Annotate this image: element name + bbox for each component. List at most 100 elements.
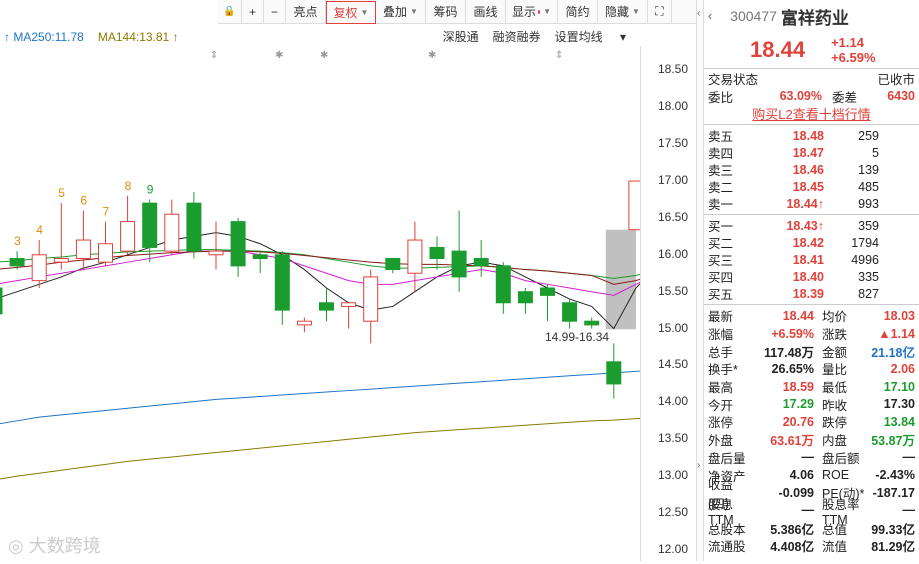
candle-body xyxy=(296,320,312,326)
seq-label: 7 xyxy=(103,205,110,219)
y-tick-label: 13.50 xyxy=(657,431,688,446)
panel-collapse-handle[interactable]: ‹ › xyxy=(696,0,704,561)
ma-line-5 xyxy=(0,413,681,480)
stat-row: 股息TTM — 股息率TTM — xyxy=(708,497,915,527)
event-marker-icon: ⇕ xyxy=(555,50,563,61)
candle-body xyxy=(208,250,224,256)
y-tick-label: 14.00 xyxy=(657,394,688,409)
candle-body xyxy=(473,257,489,267)
y-tick-label: 16.00 xyxy=(657,246,688,261)
stats-table: 最新 18.44 均价 18.03 涨幅 +6.59% 涨跌 ▲1.14 总手 117.48万 金额… xyxy=(704,307,919,555)
bids-row: 买四 18.40 335 xyxy=(708,269,879,286)
seq-label: 5 xyxy=(58,186,65,200)
candle-body xyxy=(142,202,158,248)
candle-body xyxy=(584,320,600,326)
dropdown-arrow-icon: ▼ xyxy=(410,7,418,16)
candle-body xyxy=(451,250,467,278)
candle-body xyxy=(75,239,91,259)
link-margin[interactable]: 融资融券 xyxy=(493,28,541,45)
stat-row: 盘后量 — 盘后额 — xyxy=(708,450,915,466)
toolbar-btn-5[interactable]: 叠加 ▼ xyxy=(376,0,426,23)
link-ma-settings[interactable]: 设置均线 ▾ xyxy=(555,28,626,45)
price-change-pct: +6.59% xyxy=(831,50,876,65)
seq-label: 8 xyxy=(125,179,132,193)
candle-body xyxy=(164,213,180,252)
candle-body xyxy=(363,276,379,322)
ma-line-0 xyxy=(0,232,681,330)
candle-body xyxy=(540,287,555,296)
y-tick-label: 12.50 xyxy=(657,505,688,520)
stat-row: 涨幅 +6.59% 涨跌 ▲1.14 xyxy=(708,326,915,343)
candle-body xyxy=(517,291,533,304)
y-tick-label: 18.00 xyxy=(657,99,688,114)
candle-body xyxy=(385,257,401,271)
chevron-left-icon[interactable]: ‹ xyxy=(697,8,700,19)
bid-book: 买一 18.43↑ 359 买二 18.42 1794 买三 18.41 4996 买四 18.40… xyxy=(704,217,919,303)
candle-body xyxy=(252,254,268,259)
order-ratio-row: 委比 63.09% 委差 6430 xyxy=(708,89,915,105)
candle-body xyxy=(0,287,3,315)
stat-row: 最新 18.44 均价 18.03 xyxy=(708,308,915,325)
asks-row: 卖二 18.45 485 xyxy=(708,179,879,196)
price-axis: 18.50 18.00 17.50 17.00 16.50 16.00 15.50 15.00… xyxy=(640,46,696,561)
bids-row: 买二 18.42 1794 xyxy=(708,235,879,252)
asks-row: 卖五 18.48 259 xyxy=(708,128,879,145)
seq-label: 9 xyxy=(147,182,154,196)
y-tick-label: 15.00 xyxy=(657,320,688,335)
toolbar-btn-3[interactable]: 亮点 xyxy=(286,0,326,23)
trade-status-row: 交易状态 已收市 xyxy=(708,72,915,87)
ma144-label: MA144:13.81 ↑ xyxy=(97,30,179,44)
toolbar-btn-4[interactable]: 复权 ▼ xyxy=(326,1,376,24)
toolbar-btn-8[interactable]: 显示 ▼ xyxy=(506,0,558,23)
toolbar-btn-6[interactable]: 筹码 xyxy=(426,0,466,23)
event-marker-icon: ✱ xyxy=(320,50,328,61)
candle-body xyxy=(319,302,334,311)
chevron-left-icon[interactable]: ‹ xyxy=(708,9,712,23)
lock-icon[interactable]: 🔒 xyxy=(218,0,242,23)
seq-label: 3 xyxy=(14,234,21,248)
toolbar-btn-10[interactable]: 隐藏 ▼ xyxy=(598,0,648,23)
logo-icon: ◎ xyxy=(8,536,29,556)
stock-name: 富祥药业 xyxy=(780,8,849,28)
toolbar-btn-7[interactable]: 画线 xyxy=(466,0,506,23)
y-tick-label: 17.00 xyxy=(657,173,688,188)
toolbar-btn-1[interactable]: + xyxy=(242,0,264,23)
ma-line-4 xyxy=(0,364,681,425)
bids-row: 买一 18.43↑ 359 xyxy=(708,218,879,235)
bids-row: 买三 18.41 4996 xyxy=(708,252,879,269)
stat-row: 流通股 4.408亿 流值 81.29亿 xyxy=(708,540,915,555)
y-tick-label: 14.50 xyxy=(657,357,688,372)
ask-book: 卖五 18.48 259 卖四 18.47 5 卖三 18.46 139 卖二 18.45 485 卖一… xyxy=(704,125,919,213)
ma-line-2 xyxy=(0,249,681,279)
y-tick-label: 13.00 xyxy=(657,468,688,483)
toolbar-btn-2[interactable]: − xyxy=(264,0,286,23)
candle-body xyxy=(230,221,246,267)
candle-body xyxy=(562,302,578,322)
asks-row: 卖四 18.47 5 xyxy=(708,145,879,162)
stat-row: 最高 18.59 最低 17.10 xyxy=(708,379,915,396)
dropdown-arrow-icon: ▼ xyxy=(360,8,369,17)
candle-body xyxy=(628,180,644,231)
candle-body xyxy=(120,221,136,252)
toolbar-btn-9[interactable]: 简约 xyxy=(558,0,598,23)
asks-row: 卖三 18.46 139 xyxy=(708,162,879,179)
fullscreen-icon[interactable]: ⛶ xyxy=(648,0,672,23)
stock-header: ‹ 300477 富祥药业 xyxy=(704,0,919,32)
last-price: 18.44 xyxy=(750,37,806,62)
dropdown-arrow-icon: ▼ xyxy=(543,7,551,16)
candle-body xyxy=(53,257,69,263)
chart-links: 深股通 融资融券 设置均线 ▾ xyxy=(443,28,640,45)
kline-svg: 3 4 5 6 7 8 9 ⇕ ✱ ✱ ✱ ⇕ xyxy=(0,50,688,480)
chevron-right-icon[interactable]: › xyxy=(697,460,700,471)
link-sgt[interactable]: 深股通 xyxy=(443,28,479,45)
stat-row: 外盘 63.61万 内盘 53.87万 xyxy=(708,434,915,449)
stock-code: 300477 xyxy=(730,8,777,24)
chart-toolbar: 🔒 + − 亮点 复权 ▼ 叠加 ▼ 筹码 画线 显示 ▼ 简约 隐藏 ▼ ⛶ xyxy=(218,0,696,24)
y-tick-label: 18.50 xyxy=(657,62,688,77)
candle-body xyxy=(9,257,25,267)
candle-body xyxy=(606,361,622,385)
buy-l2-link[interactable]: 购买L2查看十档行情 xyxy=(704,105,919,125)
candle-body xyxy=(186,202,202,252)
candle-body xyxy=(495,265,511,304)
kline-chart[interactable]: 3 4 5 6 7 8 9 ⇕ ✱ ✱ ✱ ⇕ xyxy=(0,46,688,561)
